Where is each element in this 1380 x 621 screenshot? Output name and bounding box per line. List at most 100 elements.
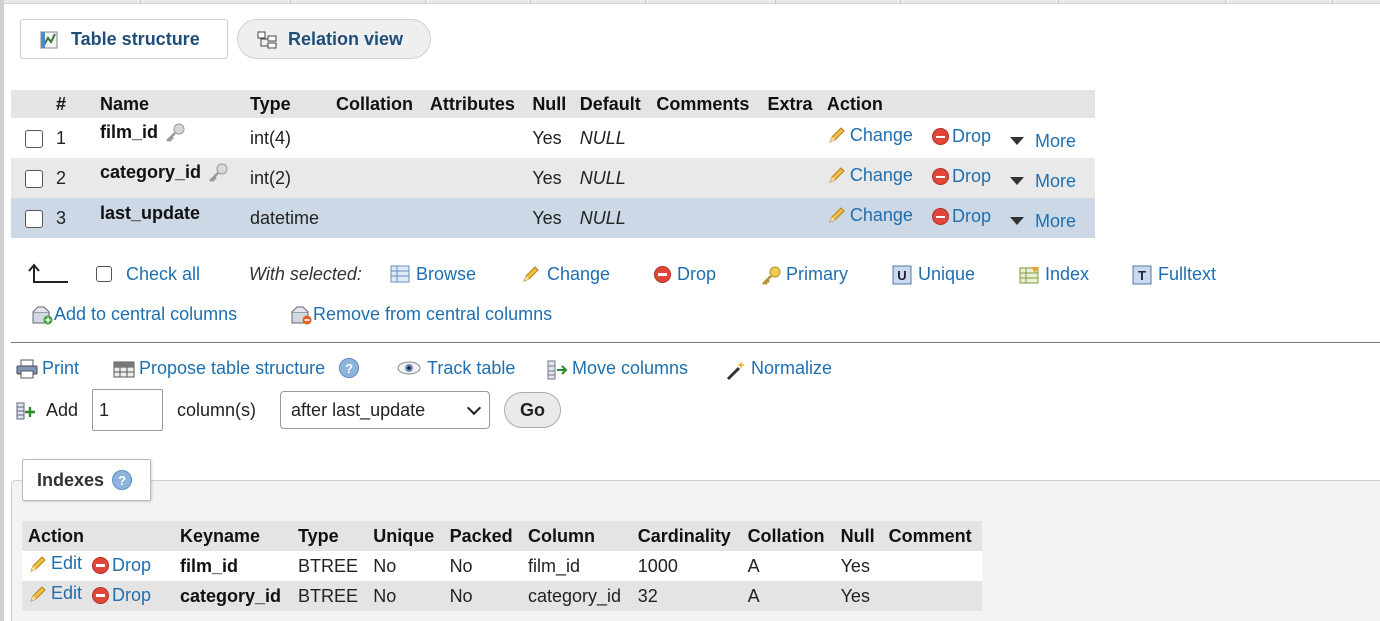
drop-icon — [92, 556, 110, 574]
field-name[interactable]: category_id — [100, 162, 201, 182]
row-checkbox[interactable] — [25, 169, 43, 188]
help-icon[interactable]: ? — [112, 470, 133, 490]
index-column: category_id — [522, 581, 632, 611]
bulk-drop-button[interactable]: Drop — [654, 262, 716, 286]
index-collation: A — [741, 551, 835, 581]
field-default: NULL — [574, 158, 652, 198]
eye-icon — [397, 359, 421, 377]
relation-view-label: Relation view — [288, 28, 404, 49]
help-icon[interactable]: ? — [339, 358, 360, 378]
key-icon — [164, 122, 186, 144]
index-comment — [882, 581, 982, 611]
field-comments — [651, 198, 763, 238]
chevron-down-icon — [466, 400, 482, 415]
change-button[interactable]: Change — [827, 165, 913, 186]
bulk-change-button[interactable]: Change — [521, 262, 610, 286]
check-all-checkbox[interactable] — [96, 266, 112, 282]
propose-structure-icon — [113, 359, 135, 378]
col-header-comments: Comments — [651, 90, 763, 118]
more-button[interactable]: More — [1009, 131, 1076, 152]
index-packed: No — [443, 581, 522, 611]
move-columns-button[interactable]: Move columns — [546, 356, 688, 380]
index-cardinality: 1000 — [631, 551, 742, 581]
field-comments — [651, 158, 763, 198]
drop-button[interactable]: Drop — [931, 206, 991, 227]
more-button[interactable]: More — [1009, 171, 1076, 192]
svg-text:U: U — [897, 268, 906, 283]
index-null: Yes — [834, 551, 883, 581]
indexes-legend[interactable]: Indexes ? — [22, 459, 151, 501]
change-button[interactable]: Change — [827, 125, 913, 146]
drop-label: Drop — [951, 126, 991, 146]
index-type: BTREE — [292, 581, 368, 611]
field-extra — [762, 118, 822, 158]
primary-key-icon — [760, 265, 781, 285]
print-button[interactable]: Print — [16, 356, 79, 380]
field-extra — [762, 198, 822, 238]
col-header-num: # — [51, 90, 95, 118]
drop-button[interactable]: Drop — [931, 126, 991, 147]
table-structure-tab[interactable]: Table structure — [20, 19, 228, 59]
svg-text:T: T — [1138, 268, 1146, 283]
fulltext-button[interactable]: T Fulltext — [1132, 262, 1216, 286]
caret-down-icon — [1009, 137, 1024, 145]
change-button[interactable]: Change — [827, 205, 913, 226]
normalize-button[interactable]: Normalize — [725, 356, 833, 381]
field-name[interactable]: last_update — [100, 203, 200, 223]
move-columns-icon — [546, 359, 568, 380]
index-row: Edit Drop category_id BTREE No No categor… — [22, 581, 982, 611]
col-header-extra: Extra — [762, 90, 822, 118]
propose-structure-label: Propose table structure — [139, 357, 326, 378]
pencil-icon — [827, 125, 847, 145]
table-structure-icon — [39, 30, 59, 49]
col-header-checkbox — [11, 90, 51, 118]
browse-button[interactable]: Browse — [390, 262, 476, 286]
drop-index-button[interactable]: Drop — [92, 585, 151, 606]
column-count-input[interactable]: 1 — [92, 389, 164, 431]
table-structure-label: Table structure — [71, 28, 200, 49]
indexes-header-row: Action Keyname Type Unique Packed Column… — [22, 521, 982, 551]
edit-index-button[interactable]: Edit — [28, 553, 82, 574]
track-table-button[interactable]: Track table — [397, 356, 515, 380]
idx-header-packed: Packed — [443, 521, 522, 551]
field-collation — [331, 118, 425, 158]
go-button[interactable]: Go — [504, 392, 562, 428]
column-row: 3 last_update datetime Yes NULL Change D… — [11, 198, 1095, 238]
field-type: int(4) — [245, 118, 331, 158]
col-header-name: Name — [95, 90, 245, 118]
relation-view-tab[interactable]: Relation view — [237, 19, 431, 59]
column-position-select[interactable]: after last_update — [280, 391, 491, 429]
idx-header-comment: Comment — [882, 521, 982, 551]
more-button[interactable]: More — [1009, 211, 1076, 232]
primary-button[interactable]: Primary — [760, 262, 848, 286]
edit-label: Edit — [51, 583, 83, 604]
remove-central-columns-button[interactable]: Remove from central columns — [289, 302, 552, 326]
field-name[interactable]: film_id — [100, 122, 158, 142]
propose-structure-button[interactable]: Propose table structure ? — [113, 356, 360, 380]
field-type: int(2) — [245, 158, 331, 198]
col-header-type: Type — [245, 90, 331, 118]
unique-button[interactable]: U Unique — [892, 262, 975, 286]
drop-label: Drop — [951, 206, 991, 226]
print-label: Print — [42, 357, 80, 378]
add-central-columns-label: Add to central columns — [54, 303, 238, 324]
drop-button[interactable]: Drop — [931, 166, 991, 187]
idx-header-null: Null — [834, 521, 883, 551]
pencil-icon — [28, 554, 48, 574]
index-button[interactable]: Index — [1019, 262, 1089, 286]
check-all-control[interactable]: Check all — [96, 262, 200, 286]
add-central-columns-button[interactable]: Add to central columns — [30, 302, 237, 326]
field-type: datetime — [245, 198, 331, 238]
row-checkbox[interactable] — [25, 129, 43, 148]
primary-label: Primary — [786, 263, 848, 284]
row-checkbox[interactable] — [25, 209, 43, 228]
normalize-label: Normalize — [751, 357, 833, 378]
with-selected-bar — [26, 262, 70, 286]
check-all-label[interactable]: Check all — [126, 264, 200, 285]
drop-index-button[interactable]: Drop — [92, 555, 151, 576]
field-null: Yes — [527, 118, 575, 158]
row-num: 3 — [51, 198, 95, 238]
drop-label: Drop — [951, 166, 991, 186]
left-frame-edge — [0, 0, 4, 621]
edit-index-button[interactable]: Edit — [28, 583, 82, 604]
